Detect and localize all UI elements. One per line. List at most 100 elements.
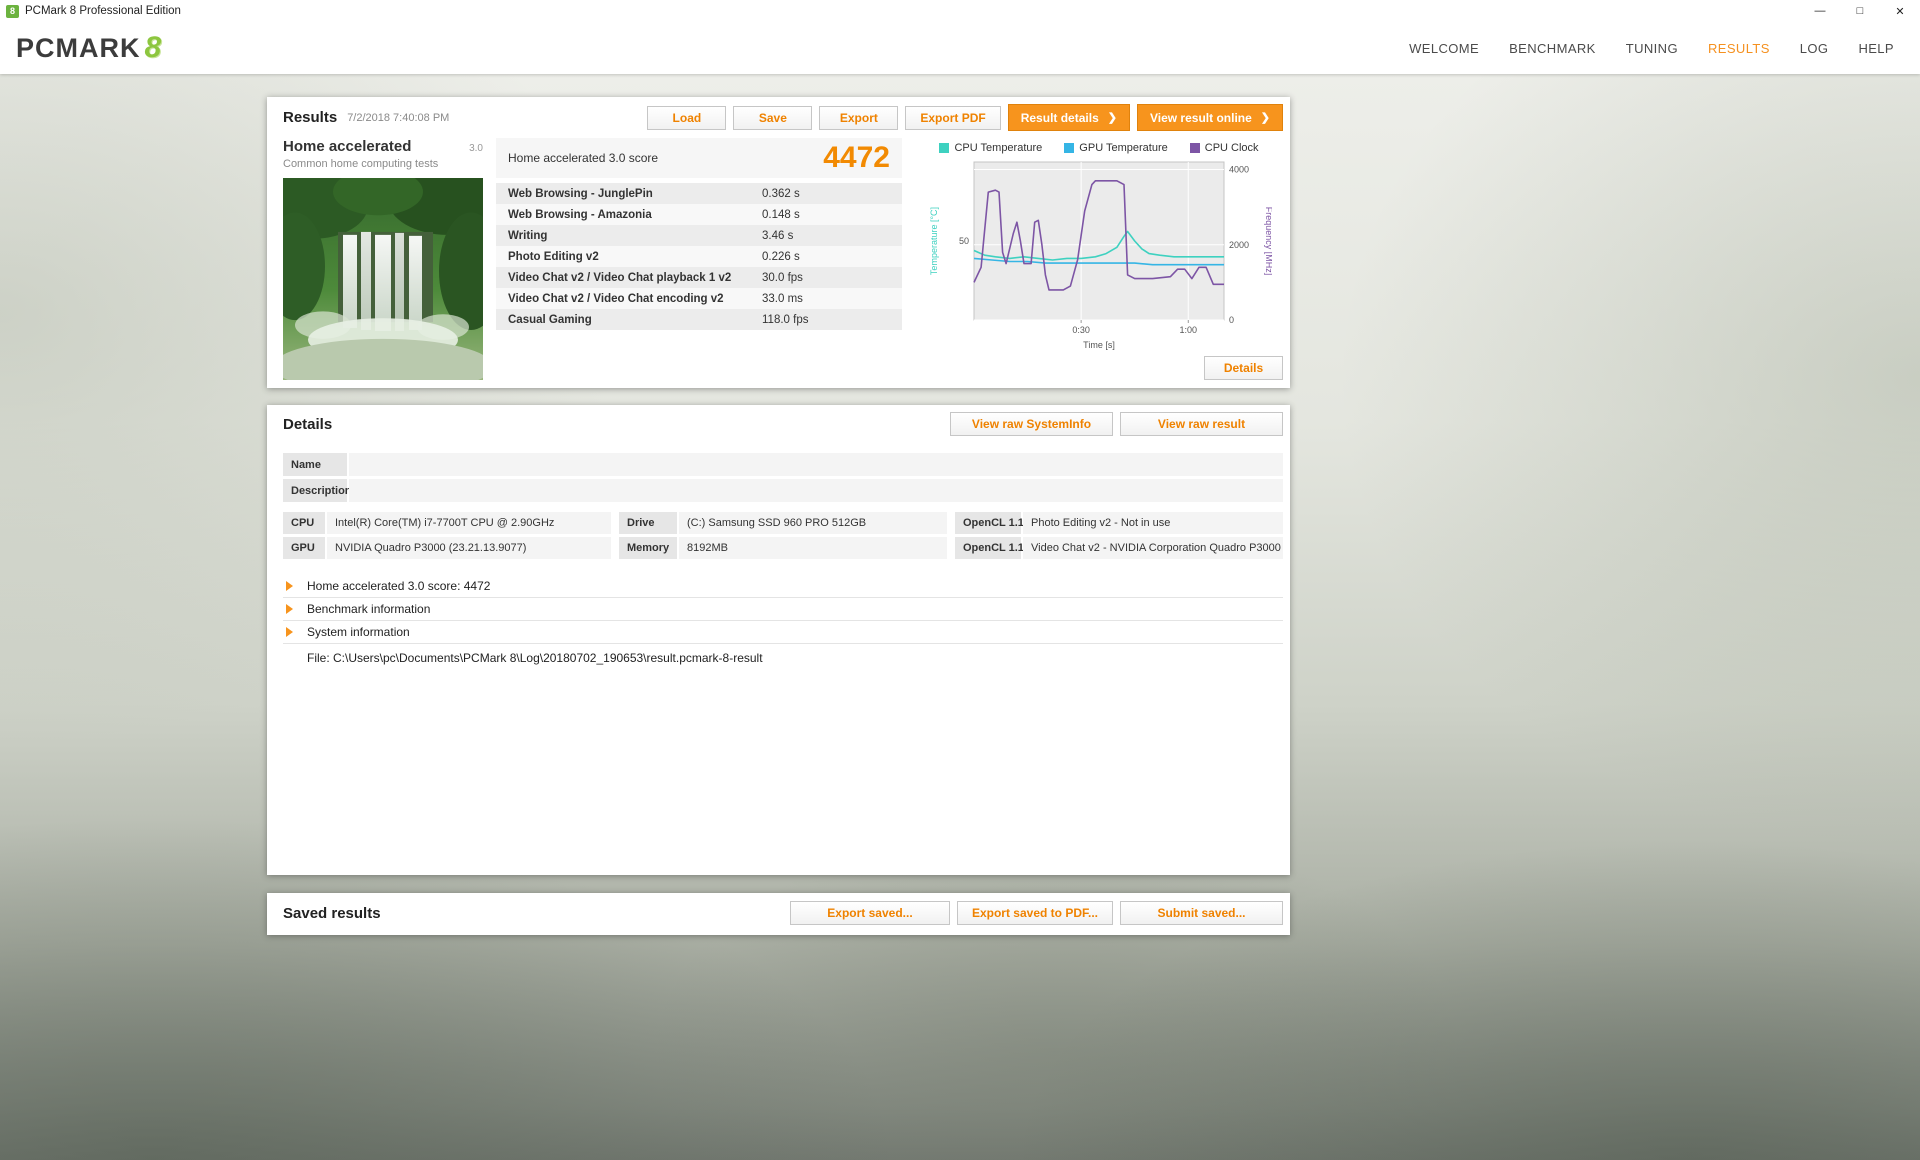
legend-swatch-icon bbox=[1189, 143, 1200, 153]
svg-text:0: 0 bbox=[1229, 315, 1234, 325]
svg-text:2000: 2000 bbox=[1229, 240, 1249, 250]
test-card-title: Home accelerated bbox=[283, 138, 412, 155]
test-card: Home accelerated 3.0 Common home computi… bbox=[283, 138, 483, 380]
svg-text:50: 50 bbox=[959, 236, 969, 246]
submit-saved-button[interactable]: Submit saved... bbox=[1120, 901, 1283, 925]
chart-legend: CPU Temperature GPU Temperature CPU Cloc… bbox=[915, 142, 1283, 154]
expander-label: System information bbox=[307, 625, 410, 639]
window-title: PCMark 8 Professional Edition bbox=[25, 5, 181, 17]
spec-value: Intel(R) Core(TM) i7-7700T CPU @ 2.90GHz bbox=[327, 512, 611, 534]
chevron-right-icon: ❯ bbox=[1107, 112, 1117, 124]
view-result-online-button[interactable]: View result online ❯ bbox=[1136, 104, 1283, 131]
svg-text:4000: 4000 bbox=[1229, 165, 1249, 175]
name-label: Name bbox=[283, 453, 347, 476]
app-icon: 8 bbox=[6, 4, 19, 18]
expander-system-information[interactable]: System information bbox=[283, 621, 1283, 644]
spec-label: OpenCL 1.1 bbox=[955, 512, 1024, 534]
expander-label: Benchmark information bbox=[307, 602, 431, 616]
test-card-version: 3.0 bbox=[469, 143, 483, 154]
load-button[interactable]: Load bbox=[647, 105, 727, 130]
close-icon[interactable]: ✕ bbox=[1880, 0, 1920, 22]
minimize-icon[interactable]: — bbox=[1800, 0, 1840, 22]
description-row: Description bbox=[283, 479, 1283, 502]
metric-label: Writing bbox=[508, 229, 548, 242]
spec-label: GPU bbox=[283, 537, 325, 559]
metric-row: Photo Editing v2 0.226 s bbox=[496, 246, 902, 267]
spec-row: GPU NVIDIA Quadro P3000 (23.21.13.9077) … bbox=[283, 537, 1283, 559]
view-raw-systeminfo-button[interactable]: View raw SystemInfo bbox=[950, 412, 1113, 436]
expander-benchmark-information[interactable]: Benchmark information bbox=[283, 598, 1283, 621]
metric-value: 30.0 fps bbox=[762, 271, 803, 284]
result-timestamp: 7/2/2018 7:40:08 PM bbox=[347, 111, 450, 124]
expander-arrow-icon bbox=[286, 627, 293, 637]
maximize-icon[interactable]: □ bbox=[1840, 0, 1880, 22]
save-button[interactable]: Save bbox=[733, 105, 813, 130]
legend-label: GPU Temperature bbox=[1079, 142, 1168, 154]
view-result-online-label: View result online bbox=[1149, 110, 1252, 125]
legend-item-cpu-temperature: CPU Temperature bbox=[939, 142, 1042, 154]
export-pdf-button[interactable]: Export PDF bbox=[905, 105, 1001, 130]
metric-label: Web Browsing - JunglePin bbox=[508, 187, 653, 200]
svg-text:Temperature [°C]: Temperature [°C] bbox=[929, 207, 939, 275]
nav-results[interactable]: RESULTS bbox=[1708, 41, 1770, 56]
pcmark-logo: PCMARK 8 bbox=[16, 31, 161, 65]
nav-help[interactable]: HELP bbox=[1858, 41, 1894, 56]
metric-value: 0.226 s bbox=[762, 250, 800, 263]
spec-opencl-videochat: OpenCL 1.1 Video Chat v2 - NVIDIA Corpor… bbox=[955, 537, 1283, 559]
monitoring-chart-column: CPU Temperature GPU Temperature CPU Cloc… bbox=[915, 138, 1283, 380]
results-panel: Results 7/2/2018 7:40:08 PM Load Save Ex… bbox=[267, 97, 1290, 388]
test-card-subtitle: Common home computing tests bbox=[283, 158, 439, 170]
nav-welcome[interactable]: WELCOME bbox=[1409, 41, 1479, 56]
result-details-label: Result details bbox=[1020, 110, 1099, 125]
spec-label: Drive bbox=[619, 512, 677, 534]
svg-text:1:00: 1:00 bbox=[1180, 325, 1198, 335]
chart-details-button[interactable]: Details bbox=[1204, 356, 1283, 380]
legend-swatch-icon bbox=[939, 143, 950, 153]
metric-row: Writing 3.46 s bbox=[496, 225, 902, 246]
result-details-button[interactable]: Result details ❯ bbox=[1007, 104, 1130, 131]
spec-opencl-photo: OpenCL 1.1 Photo Editing v2 - Not in use bbox=[955, 512, 1283, 534]
spec-label: CPU bbox=[283, 512, 325, 534]
system-spec-table: CPU Intel(R) Core(TM) i7-7700T CPU @ 2.9… bbox=[267, 512, 1290, 559]
expander-arrow-icon bbox=[286, 581, 293, 591]
metric-row: Video Chat v2 / Video Chat playback 1 v2… bbox=[496, 267, 902, 288]
view-raw-result-button[interactable]: View raw result bbox=[1120, 412, 1283, 436]
expander-list: Home accelerated 3.0 score: 4472 Benchma… bbox=[283, 575, 1283, 644]
description-label: Description bbox=[283, 479, 352, 502]
export-saved-button[interactable]: Export saved... bbox=[789, 901, 950, 925]
metric-value: 3.46 s bbox=[762, 229, 794, 242]
metric-value: 118.0 fps bbox=[762, 313, 809, 326]
hardware-monitoring-chart: 50 0 2000 4000 0:30 1:00 Temperature [°C] Frequ… bbox=[929, 161, 1272, 350]
spec-drive: Drive (C:) Samsung SSD 960 PRO 512GB bbox=[619, 512, 947, 534]
nav-log[interactable]: LOG bbox=[1800, 41, 1829, 56]
result-file-path: File: C:\Users\pc\Documents\PCMark 8\Log… bbox=[307, 651, 763, 665]
logo-text: PCMARK bbox=[16, 33, 141, 63]
export-button[interactable]: Export bbox=[819, 105, 899, 130]
nav-benchmark[interactable]: BENCHMARK bbox=[1509, 41, 1596, 56]
results-title: Results bbox=[283, 109, 338, 126]
metric-row: Web Browsing - Amazonia 0.148 s bbox=[496, 204, 902, 225]
details-panel: Details View raw SystemInfo View raw res… bbox=[267, 405, 1290, 875]
expander-score[interactable]: Home accelerated 3.0 score: 4472 bbox=[283, 575, 1283, 598]
spec-cpu: CPU Intel(R) Core(TM) i7-7700T CPU @ 2.9… bbox=[283, 512, 611, 534]
legend-item-gpu-temperature: GPU Temperature bbox=[1064, 142, 1168, 154]
logo-badge-8: 8 bbox=[144, 31, 162, 64]
spec-value: (C:) Samsung SSD 960 PRO 512GB bbox=[679, 512, 947, 534]
spec-memory: Memory 8192MB bbox=[619, 537, 947, 559]
score-value: 4472 bbox=[823, 141, 890, 174]
metric-row: Video Chat v2 / Video Chat encoding v2 3… bbox=[496, 288, 902, 309]
chevron-right-icon: ❯ bbox=[1260, 112, 1270, 124]
description-value-field[interactable] bbox=[349, 479, 1283, 502]
saved-results-title: Saved results bbox=[283, 904, 381, 922]
legend-item-cpu-clock: CPU Clock bbox=[1189, 142, 1259, 154]
name-value-field[interactable] bbox=[349, 453, 1283, 476]
legend-swatch-icon bbox=[1064, 143, 1075, 153]
score-label: Home accelerated 3.0 score bbox=[508, 151, 659, 165]
spec-gpu: GPU NVIDIA Quadro P3000 (23.21.13.9077) bbox=[283, 537, 611, 559]
spec-label: OpenCL 1.1 bbox=[955, 537, 1024, 559]
export-saved-pdf-button[interactable]: Export saved to PDF... bbox=[956, 901, 1113, 925]
nav-tuning[interactable]: TUNING bbox=[1626, 41, 1678, 56]
score-column: Home accelerated 3.0 score 4472 Web Brow… bbox=[496, 138, 902, 380]
metrics-table: Web Browsing - JunglePin 0.362 s Web Bro… bbox=[496, 183, 902, 330]
spec-row: CPU Intel(R) Core(TM) i7-7700T CPU @ 2.9… bbox=[283, 512, 1283, 534]
